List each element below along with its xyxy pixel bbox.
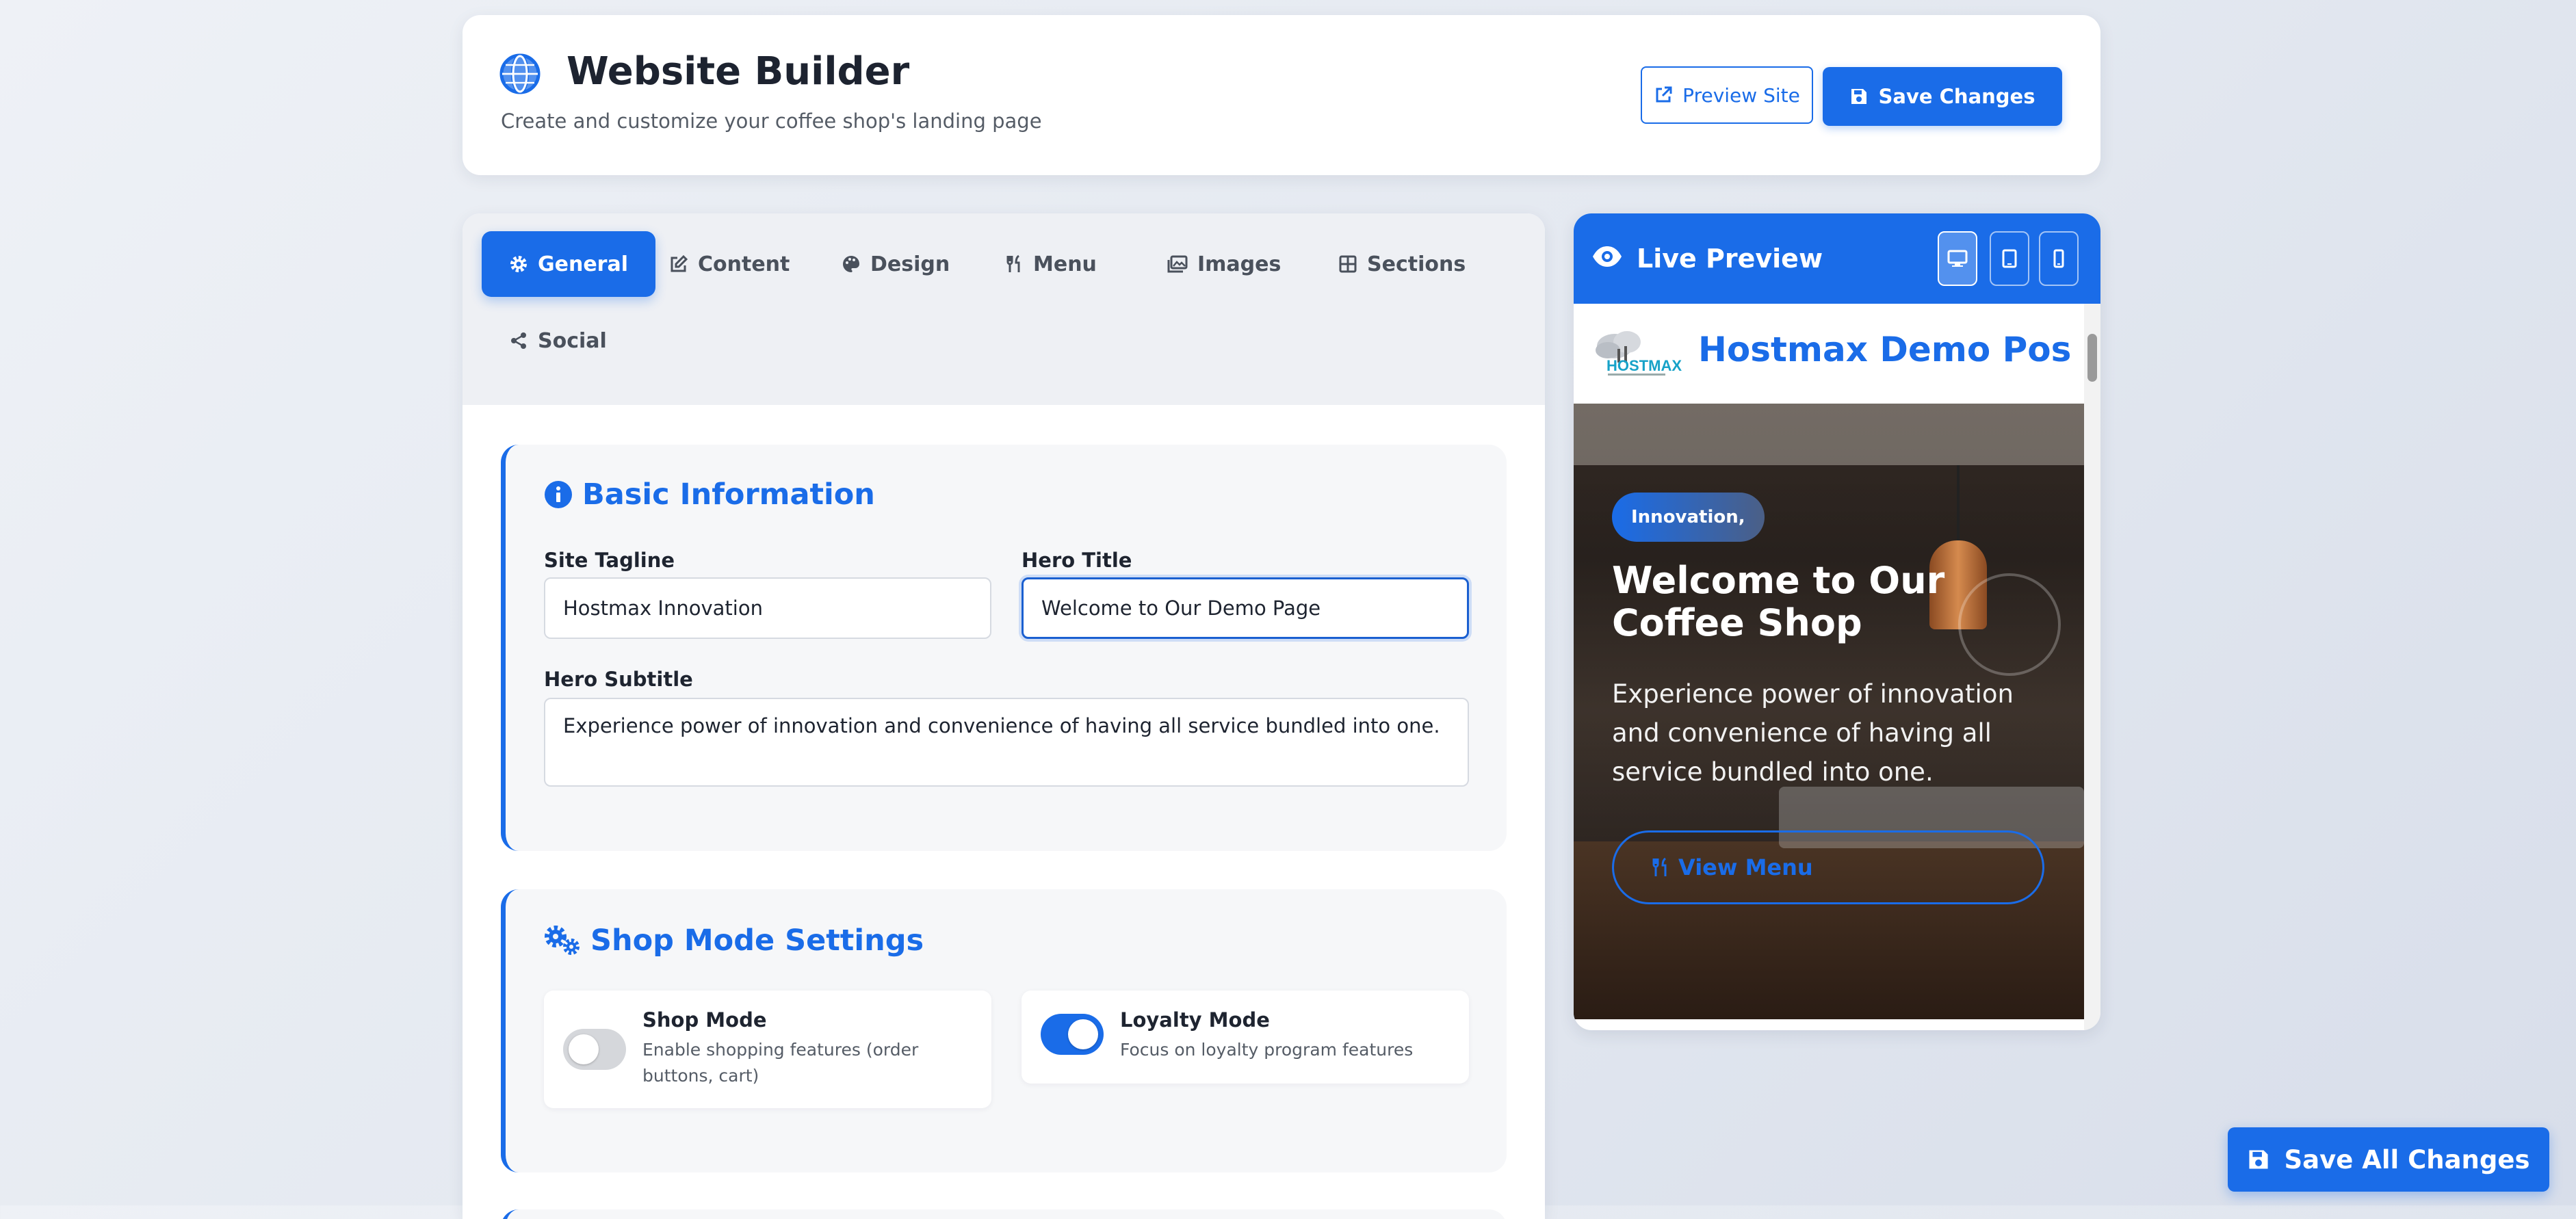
basic-information-title: Basic Information bbox=[582, 477, 875, 512]
shop-mode-toggle-card: Shop Mode Enable shopping features (orde… bbox=[544, 991, 991, 1108]
shop-mode-toggle-desc: Enable shopping features (order buttons,… bbox=[642, 1040, 919, 1086]
logo-text: HOSTMAX bbox=[1606, 357, 1682, 374]
hero-subtitle-textarea[interactable]: Experience power of innovation and conve… bbox=[544, 698, 1469, 787]
basic-information-heading: Basic Information bbox=[544, 477, 875, 512]
tablet-icon bbox=[2002, 249, 2017, 268]
loyalty-mode-switch[interactable] bbox=[1041, 1014, 1104, 1055]
editor-panel: General Content Design Menu Images Secti… bbox=[463, 213, 1545, 1219]
hero-ceiling bbox=[1574, 404, 2084, 465]
grid-icon bbox=[1338, 254, 1357, 274]
live-preview-title: Live Preview bbox=[1637, 244, 1823, 274]
live-preview-panel: Live Preview HOSTMAX Hostmax Demo Pos In… bbox=[1574, 213, 2100, 1030]
tab-sections-label: Sections bbox=[1367, 252, 1466, 276]
tab-social[interactable]: Social bbox=[482, 308, 634, 373]
hero-badge: Innovation, bbox=[1612, 493, 1765, 542]
eye-icon bbox=[1591, 245, 1623, 268]
hero-subtitle-label: Hero Subtitle bbox=[544, 668, 693, 691]
images-icon bbox=[1167, 254, 1188, 274]
mobile-view-button[interactable] bbox=[2039, 231, 2079, 286]
site-tagline-label: Site Tagline bbox=[544, 549, 675, 572]
gears-icon bbox=[544, 925, 581, 956]
scrollbar-thumb[interactable] bbox=[2087, 334, 2097, 382]
save-all-changes-label: Save All Changes bbox=[2284, 1144, 2530, 1175]
loyalty-mode-toggle-title: Loyalty Mode bbox=[1120, 1008, 1270, 1032]
preview-site-header: HOSTMAX Hostmax Demo Pos Su bbox=[1574, 304, 2084, 404]
tab-design[interactable]: Design bbox=[814, 231, 977, 297]
tab-menu[interactable]: Menu bbox=[977, 231, 1124, 297]
view-menu-label: View Menu bbox=[1678, 854, 1813, 880]
tab-menu-label: Menu bbox=[1033, 252, 1097, 276]
basic-information-section: Basic Information Site Tagline Hostmax I… bbox=[501, 445, 1507, 851]
preview-site-button[interactable]: Preview Site bbox=[1641, 66, 1813, 124]
page-title: Website Builder bbox=[567, 49, 910, 94]
shop-mode-title: Shop Mode Settings bbox=[590, 923, 924, 958]
gear-icon bbox=[509, 254, 528, 274]
hero-subtitle: Experience power of innovation and conve… bbox=[1612, 679, 2014, 787]
save-all-changes-button[interactable]: Save All Changes bbox=[2228, 1127, 2549, 1192]
desktop-icon bbox=[1947, 250, 1968, 267]
save-changes-label: Save Changes bbox=[1878, 85, 2035, 108]
view-menu-button[interactable]: View Menu bbox=[1612, 830, 2044, 904]
tab-content[interactable]: Content bbox=[642, 231, 817, 297]
header-card: Website Builder Create and customize you… bbox=[463, 15, 2100, 175]
edit-icon bbox=[669, 254, 688, 274]
save-icon bbox=[2248, 1149, 2269, 1170]
external-link-icon bbox=[1654, 86, 1673, 105]
preview-hero: Innovation, Welcome to Our Coffee Shop E… bbox=[1574, 404, 2084, 1019]
info-icon bbox=[544, 480, 573, 509]
preview-scrollbar[interactable] bbox=[2084, 304, 2100, 1030]
site-tagline-input[interactable]: Hostmax Innovation bbox=[544, 577, 991, 639]
hero-title-label: Hero Title bbox=[1022, 549, 1132, 572]
shop-mode-toggle-title: Shop Mode bbox=[642, 1008, 767, 1032]
tab-bar: General Content Design Menu Images Secti… bbox=[463, 213, 1545, 405]
live-preview-header: Live Preview bbox=[1574, 213, 2100, 304]
next-section-card bbox=[501, 1209, 1507, 1219]
mobile-icon bbox=[2053, 249, 2064, 268]
tab-images-label: Images bbox=[1197, 252, 1282, 276]
share-icon bbox=[509, 331, 528, 350]
tablet-view-button[interactable] bbox=[1990, 231, 2029, 286]
utensils-icon bbox=[1004, 254, 1024, 274]
save-icon bbox=[1850, 88, 1868, 105]
hero-title: Welcome to Our Coffee Shop bbox=[1612, 559, 1945, 644]
desktop-view-button[interactable] bbox=[1938, 231, 1977, 286]
tab-general[interactable]: General bbox=[482, 231, 655, 297]
save-changes-button[interactable]: Save Changes bbox=[1823, 67, 2062, 126]
tab-general-label: General bbox=[538, 252, 628, 276]
shop-mode-heading: Shop Mode Settings bbox=[544, 923, 924, 958]
lamp-cord bbox=[1957, 465, 1960, 547]
preview-site-name: Hostmax Demo Pos Su bbox=[1698, 330, 2084, 369]
page-subtitle: Create and customize your coffee shop's … bbox=[501, 109, 1042, 133]
utensils-icon bbox=[1651, 857, 1669, 878]
hero-title-input[interactable]: Welcome to Our Demo Page bbox=[1022, 577, 1469, 639]
shop-mode-section: Shop Mode Settings Shop Mode Enable shop… bbox=[501, 889, 1507, 1172]
palette-icon bbox=[842, 254, 861, 274]
loyalty-mode-toggle-desc: Focus on loyalty program features bbox=[1120, 1040, 1414, 1060]
tab-design-label: Design bbox=[870, 252, 950, 276]
tab-sections[interactable]: Sections bbox=[1311, 231, 1493, 297]
shop-mode-switch[interactable] bbox=[563, 1029, 626, 1070]
globe-icon bbox=[499, 53, 541, 94]
site-logo: HOSTMAX bbox=[1587, 326, 1683, 380]
tab-social-label: Social bbox=[538, 328, 607, 353]
loyalty-mode-toggle-card: Loyalty Mode Focus on loyalty program fe… bbox=[1022, 991, 1469, 1084]
tab-images[interactable]: Images bbox=[1140, 231, 1308, 297]
preview-site-label: Preview Site bbox=[1682, 83, 1800, 107]
tab-content-label: Content bbox=[698, 252, 790, 276]
